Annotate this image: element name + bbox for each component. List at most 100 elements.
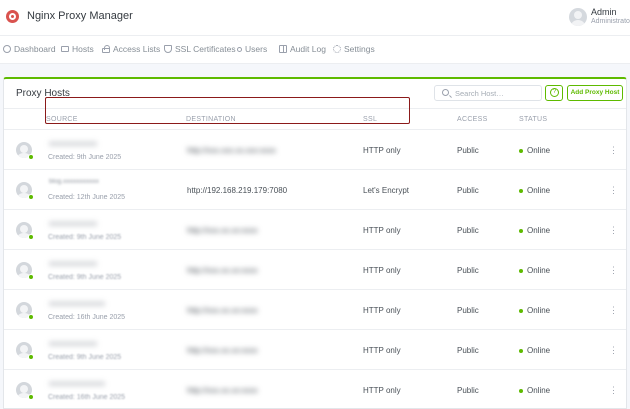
source-domain[interactable]: xxxxxxxxxxxx (49, 339, 97, 348)
nav-users[interactable]: Users (237, 44, 267, 54)
column-header-source[interactable]: SOURCE (46, 116, 78, 123)
nav-dashboard-label: Dashboard (14, 44, 56, 54)
column-header-status[interactable]: STATUS (519, 116, 547, 123)
nav-settings[interactable]: Settings (333, 44, 375, 54)
status-dot (519, 309, 523, 313)
table-row[interactable]: xxxxxxxxxxxx Created: 9th June 2025 http… (4, 129, 626, 169)
avatar-status-dot (28, 394, 34, 400)
row-menu-icon[interactable]: ⋮ (609, 184, 618, 196)
avatar-status-dot (28, 314, 34, 320)
access-level: Public (457, 306, 479, 315)
table-row[interactable]: blog.xxxxxxxxxxx Created: 12th June 2025… (4, 169, 626, 209)
status-dot (519, 229, 523, 233)
nav-hosts-label: Hosts (72, 44, 94, 54)
user-avatar[interactable] (569, 8, 587, 26)
access-level: Public (457, 266, 479, 275)
help-button[interactable]: ? (545, 85, 563, 101)
source-domain[interactable]: xxxxxxxxxxxxxx (49, 379, 105, 388)
status-text: Online (527, 306, 551, 315)
house-icon (3, 45, 11, 53)
created-date: Created: 9th June 2025 (48, 274, 122, 281)
nav-settings-label: Settings (344, 44, 375, 54)
created-date: Created: 9th June 2025 (48, 234, 122, 241)
destination: http://xxx.xx.xx:xxxx (187, 386, 258, 395)
source-domain[interactable]: xxxxxxxxxxxx (49, 219, 97, 228)
access-level: Public (457, 186, 479, 195)
avatar-status-dot (28, 154, 34, 160)
table-row[interactable]: xxxxxxxxxxxx Created: 9th June 2025 http… (4, 249, 626, 289)
user-role: Administrator (591, 18, 630, 25)
nav-audit-log[interactable]: Audit Log (279, 44, 326, 54)
source-domain[interactable]: blog.xxxxxxxxxxx (49, 178, 99, 185)
status-text: Online (527, 346, 551, 355)
app-logo-icon[interactable] (6, 10, 19, 23)
status-dot (519, 189, 523, 193)
source-domain[interactable]: xxxxxxxxxxxx (49, 259, 97, 268)
created-date: Created: 12th June 2025 (48, 194, 126, 201)
status-text: Online (527, 146, 551, 155)
nav-users-label: Users (245, 44, 268, 54)
created-date: Created: 9th June 2025 (48, 354, 122, 361)
avatar-status-dot (28, 354, 34, 360)
destination: http://xxx.xx.xx:xxxx (187, 346, 258, 355)
row-menu-icon[interactable]: ⋮ (609, 344, 618, 356)
created-date: Created: 16th June 2025 (48, 314, 126, 321)
access-level: Public (457, 146, 479, 155)
users-icon (237, 46, 242, 52)
table-row[interactable]: xxxxxxxxxxxxxx Created: 16th June 2025 h… (4, 289, 626, 329)
row-menu-icon[interactable]: ⋮ (609, 264, 618, 276)
ssl-type: HTTP only (363, 346, 401, 355)
row-menu-icon[interactable]: ⋮ (609, 384, 618, 396)
column-header-access[interactable]: ACCESS (457, 116, 488, 123)
status-text: Online (527, 386, 551, 395)
status-text: Online (527, 186, 551, 195)
avatar-status-dot (28, 194, 34, 200)
nav-audit-log-label: Audit Log (290, 44, 326, 54)
source-domain[interactable]: xxxxxxxxxxxx (49, 139, 97, 148)
book-icon (279, 45, 287, 53)
access-level: Public (457, 346, 479, 355)
top-bar: Nginx Proxy Manager Admin Administrator (0, 0, 630, 36)
card-divider (4, 108, 626, 109)
main-nav: Dashboard Hosts Access Lists SSL Certifi… (0, 36, 630, 64)
monitor-icon (61, 46, 69, 52)
app-title[interactable]: Nginx Proxy Manager (27, 10, 133, 22)
avatar-status-dot (28, 234, 34, 240)
source-domain[interactable]: xxxxxxxxxxxxxx (49, 299, 105, 308)
user-name[interactable]: Admin (591, 7, 617, 17)
destination: http://xxx.xxx.xx.xxx:xxxx (187, 146, 276, 155)
avatar-status-dot (28, 274, 34, 280)
search-input[interactable] (455, 88, 539, 99)
table-row[interactable]: xxxxxxxxxxxx Created: 9th June 2025 http… (4, 329, 626, 369)
destination: http://xxx.xx.xx:xxxx (187, 306, 258, 315)
nav-access-lists[interactable]: Access Lists (102, 44, 160, 54)
status-text: Online (527, 226, 551, 235)
table-row[interactable]: xxxxxxxxxxxx Created: 9th June 2025 http… (4, 209, 626, 249)
status-dot (519, 389, 523, 393)
ssl-type: HTTP only (363, 146, 401, 155)
nav-hosts[interactable]: Hosts (61, 44, 94, 54)
nav-dashboard[interactable]: Dashboard (3, 44, 56, 54)
table-row[interactable]: xxxxxxxxxxxxxx Created: 16th June 2025 h… (4, 369, 626, 409)
column-header-ssl[interactable]: SSL (363, 116, 377, 123)
status-dot (519, 269, 523, 273)
row-menu-icon[interactable]: ⋮ (609, 224, 618, 236)
row-menu-icon[interactable]: ⋮ (609, 144, 618, 156)
access-level: Public (457, 386, 479, 395)
ssl-type: HTTP only (363, 226, 401, 235)
column-header-destination[interactable]: DESTINATION (186, 116, 236, 123)
destination: http://xxx.xx.xx:xxxx (187, 266, 258, 275)
created-date: Created: 16th June 2025 (48, 394, 126, 401)
add-proxy-host-button[interactable]: Add Proxy Host (567, 85, 623, 101)
proxy-hosts-card: Proxy Hosts ? Add Proxy Host SOURCE DEST… (3, 77, 627, 409)
status-dot (519, 349, 523, 353)
status-dot (519, 149, 523, 153)
search-box[interactable] (434, 85, 542, 101)
created-date: Created: 9th June 2025 (48, 154, 122, 161)
destination: http://192.168.219.179:7080 (187, 186, 288, 195)
nav-access-lists-label: Access Lists (113, 44, 161, 54)
lock-icon (102, 44, 110, 53)
row-menu-icon[interactable]: ⋮ (609, 304, 618, 316)
ssl-type: HTTP only (363, 306, 401, 315)
nav-ssl-certificates[interactable]: SSL Certificates (164, 44, 236, 54)
